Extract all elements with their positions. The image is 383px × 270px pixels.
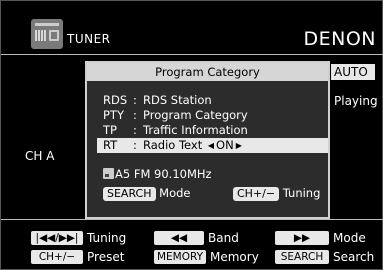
left-arrow-icon[interactable]: ◀: [206, 141, 216, 150]
channel-key[interactable]: CH+/−: [31, 250, 83, 264]
key-guide: |◀◀/▶▶| Tuning ◀◀ Band ▶▶ Mode CH+/− Preset …: [1, 224, 383, 270]
station-info: A5 FM 90.10MHz: [103, 167, 212, 181]
menu-item-code: RDS: [103, 93, 128, 107]
tuning-action-label: Tuning: [282, 186, 321, 200]
fast-forward-key[interactable]: ▶▶: [275, 231, 329, 245]
preset-icon: [103, 168, 114, 179]
menu-item-tp[interactable]: TP: Traffic Information: [103, 123, 248, 137]
menu-item-pty[interactable]: PTY: Program Category: [103, 108, 248, 122]
menu-item-label: Program Category: [143, 108, 248, 122]
menu-item-rds[interactable]: RDS: RDS Station: [103, 93, 212, 107]
radio-text-value: ON: [216, 138, 234, 152]
menu-item-label: Traffic Information: [143, 123, 248, 137]
hint-preset: CH+/− Preset: [31, 250, 124, 264]
rewind-key[interactable]: ◀◀: [154, 231, 204, 245]
hint-label: Mode: [333, 231, 366, 245]
hint-label: Band: [208, 231, 239, 245]
memory-key[interactable]: MEMORY: [154, 250, 206, 264]
menu-item-label: RDS Station: [143, 93, 212, 107]
search-key[interactable]: SEARCH: [275, 250, 329, 264]
hint-label: Memory: [210, 250, 259, 264]
tuning-hint: CH+/− Tuning: [233, 186, 320, 201]
hint-tuning: |◀◀/▶▶| Tuning: [31, 231, 126, 245]
hint-label: Preset: [87, 250, 125, 264]
hint-memory: MEMORY Memory: [154, 250, 259, 264]
search-action-label: Mode: [159, 186, 191, 200]
header-divider: [1, 54, 383, 55]
menu-item-code: RT: [103, 138, 118, 152]
channel-label: CH A: [25, 149, 55, 163]
hint-mode: ▶▶ Mode: [275, 231, 366, 245]
tuner-screen: TUNER DENON AUTO Playing CH A Program Ca…: [0, 0, 383, 270]
program-category-dialog: Program Category RDS: RDS Station PTY: Pro…: [85, 61, 330, 219]
menu-item-code: TP: [103, 123, 117, 137]
station-text: A5 FM 90.10MHz: [115, 167, 212, 181]
hint-search: SEARCH Search: [275, 250, 374, 264]
footer-divider: [1, 219, 383, 220]
hint-band: ◀◀ Band: [154, 231, 239, 245]
auto-badge: AUTO: [331, 64, 375, 80]
channel-key[interactable]: CH+/−: [233, 187, 280, 201]
menu-item-code: PTY: [103, 108, 124, 122]
hint-label: Search: [333, 250, 375, 264]
right-arrow-icon[interactable]: ▶: [234, 141, 244, 150]
menu-item-rt-selected[interactable]: RT: Radio Text ◀ ON ▶: [97, 138, 328, 153]
source-label: TUNER: [67, 32, 111, 46]
hint-label: Tuning: [87, 231, 127, 245]
menu-item-label: Radio Text: [143, 138, 203, 152]
dialog-title: Program Category: [87, 63, 328, 81]
search-key[interactable]: SEARCH: [103, 187, 156, 201]
skip-key[interactable]: |◀◀/▶▶|: [31, 231, 83, 245]
playing-status: Playing: [334, 94, 378, 108]
brand-logo: DENON: [303, 28, 376, 50]
radio-icon: [31, 19, 63, 49]
search-mode-hint: SEARCH Mode: [103, 186, 191, 201]
